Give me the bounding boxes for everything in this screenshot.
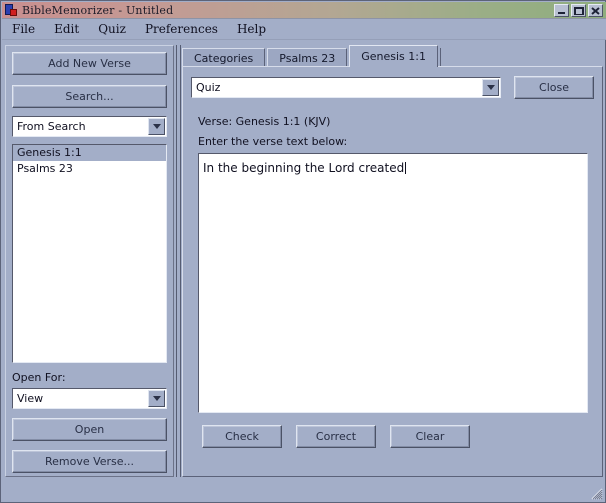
app-book-icon bbox=[5, 3, 18, 17]
tab-page-genesis: Quiz Close Verse: Genesis 1:1 (KJV) Ente… bbox=[182, 66, 603, 477]
menu-bar: File Edit Quiz Preferences Help bbox=[2, 19, 606, 40]
quiz-mode-combo-value: Quiz bbox=[192, 78, 481, 97]
title-bar: BibleMemorizer - Untitled bbox=[2, 2, 606, 19]
sidebar-panel: Add New Verse Search... From Search Gene… bbox=[5, 45, 174, 477]
search-button[interactable]: Search... bbox=[12, 85, 167, 108]
panel-splitter[interactable] bbox=[176, 45, 181, 477]
application-window: BibleMemorizer - Untitled File Edit Quiz… bbox=[0, 0, 606, 503]
verse-text-input[interactable]: In the beginning the Lord created bbox=[198, 153, 588, 413]
open-button[interactable]: Open bbox=[12, 418, 167, 441]
chevron-down-icon[interactable] bbox=[148, 118, 165, 135]
verse-source-combo-value: From Search bbox=[13, 117, 147, 136]
window-controls bbox=[554, 4, 603, 17]
tab-psalms-23[interactable]: Psalms 23 bbox=[267, 48, 348, 67]
window-title: BibleMemorizer - Untitled bbox=[22, 3, 174, 17]
verse-source-combo[interactable]: From Search bbox=[12, 116, 167, 137]
remove-verse-button[interactable]: Remove Verse... bbox=[12, 450, 167, 473]
list-item[interactable]: Psalms 23 bbox=[13, 161, 166, 177]
open-for-combo[interactable]: View bbox=[12, 388, 167, 409]
tab-strip-filler bbox=[439, 48, 603, 67]
verse-list[interactable]: Genesis 1:1 Psalms 23 bbox=[12, 144, 167, 363]
menu-item-file[interactable]: File bbox=[10, 20, 44, 38]
maximize-icon[interactable] bbox=[571, 4, 586, 17]
list-item[interactable]: Genesis 1:1 bbox=[13, 145, 166, 161]
clear-button[interactable]: Clear bbox=[390, 425, 470, 448]
menu-item-help[interactable]: Help bbox=[235, 20, 275, 38]
add-new-verse-button[interactable]: Add New Verse bbox=[12, 52, 167, 75]
tab-genesis-1-1[interactable]: Genesis 1:1 bbox=[349, 45, 438, 67]
chevron-down-icon[interactable] bbox=[482, 79, 499, 96]
main-panel: Categories Psalms 23 Genesis 1:1 Quiz Cl… bbox=[182, 45, 603, 477]
verse-instruction-label: Enter the verse text below: bbox=[198, 135, 348, 148]
chevron-down-icon[interactable] bbox=[148, 390, 165, 407]
check-button[interactable]: Check bbox=[202, 425, 282, 448]
tab-strip: Categories Psalms 23 Genesis 1:1 bbox=[182, 45, 603, 67]
close-icon[interactable] bbox=[588, 4, 603, 17]
menu-item-preferences[interactable]: Preferences bbox=[143, 20, 227, 38]
minimize-icon[interactable] bbox=[554, 4, 569, 17]
quiz-mode-combo[interactable]: Quiz bbox=[191, 77, 501, 98]
close-tab-button[interactable]: Close bbox=[514, 76, 594, 99]
correct-button[interactable]: Correct bbox=[296, 425, 376, 448]
open-for-label: Open For: bbox=[12, 371, 66, 384]
open-for-combo-value: View bbox=[13, 389, 147, 408]
menu-item-edit[interactable]: Edit bbox=[52, 20, 88, 38]
menu-item-quiz[interactable]: Quiz bbox=[96, 20, 135, 38]
resize-grip[interactable] bbox=[589, 486, 603, 500]
verse-text-value: In the beginning the Lord created bbox=[203, 161, 405, 175]
tab-categories[interactable]: Categories bbox=[182, 48, 266, 67]
text-caret bbox=[405, 162, 407, 174]
verse-reference-label: Verse: Genesis 1:1 (KJV) bbox=[198, 115, 331, 128]
